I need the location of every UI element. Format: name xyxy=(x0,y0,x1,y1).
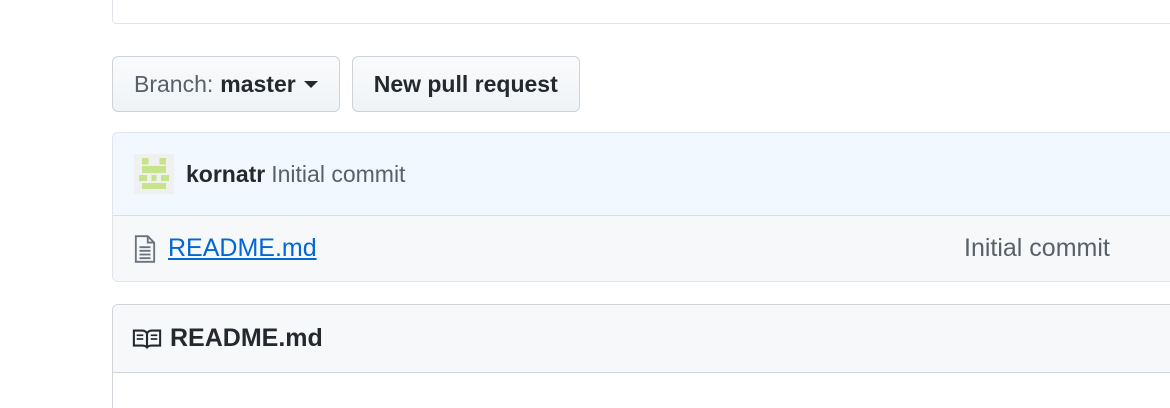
readme-title: README.md xyxy=(170,324,323,352)
readme-panel: README.md xyxy=(112,304,1170,408)
branch-prefix: Branch: xyxy=(134,70,214,97)
file-last-commit[interactable]: Initial commit xyxy=(964,234,1110,263)
repo-page: Branch: master New pull request kornatr … xyxy=(0,0,1170,408)
file-name-link[interactable]: README.md xyxy=(168,234,317,263)
readme-header: README.md xyxy=(113,305,1170,373)
latest-commit-bar: kornatr Initial commit xyxy=(113,133,1170,216)
branch-select-button[interactable]: Branch: master xyxy=(112,56,340,112)
book-icon xyxy=(132,329,162,349)
file-row: README.md Initial commit xyxy=(113,216,1170,281)
file-navigation: Branch: master New pull request xyxy=(112,56,580,112)
file-list: kornatr Initial commit README.md Initial… xyxy=(112,132,1170,282)
branch-name: master xyxy=(220,70,296,97)
caret-down-icon xyxy=(303,80,318,88)
new-pull-request-button[interactable]: New pull request xyxy=(351,56,580,112)
avatar[interactable] xyxy=(134,154,174,194)
commit-message[interactable]: Initial commit xyxy=(271,161,405,188)
repo-description-box xyxy=(112,0,1170,24)
commit-author[interactable]: kornatr xyxy=(186,161,265,188)
file-text-icon xyxy=(134,234,156,263)
